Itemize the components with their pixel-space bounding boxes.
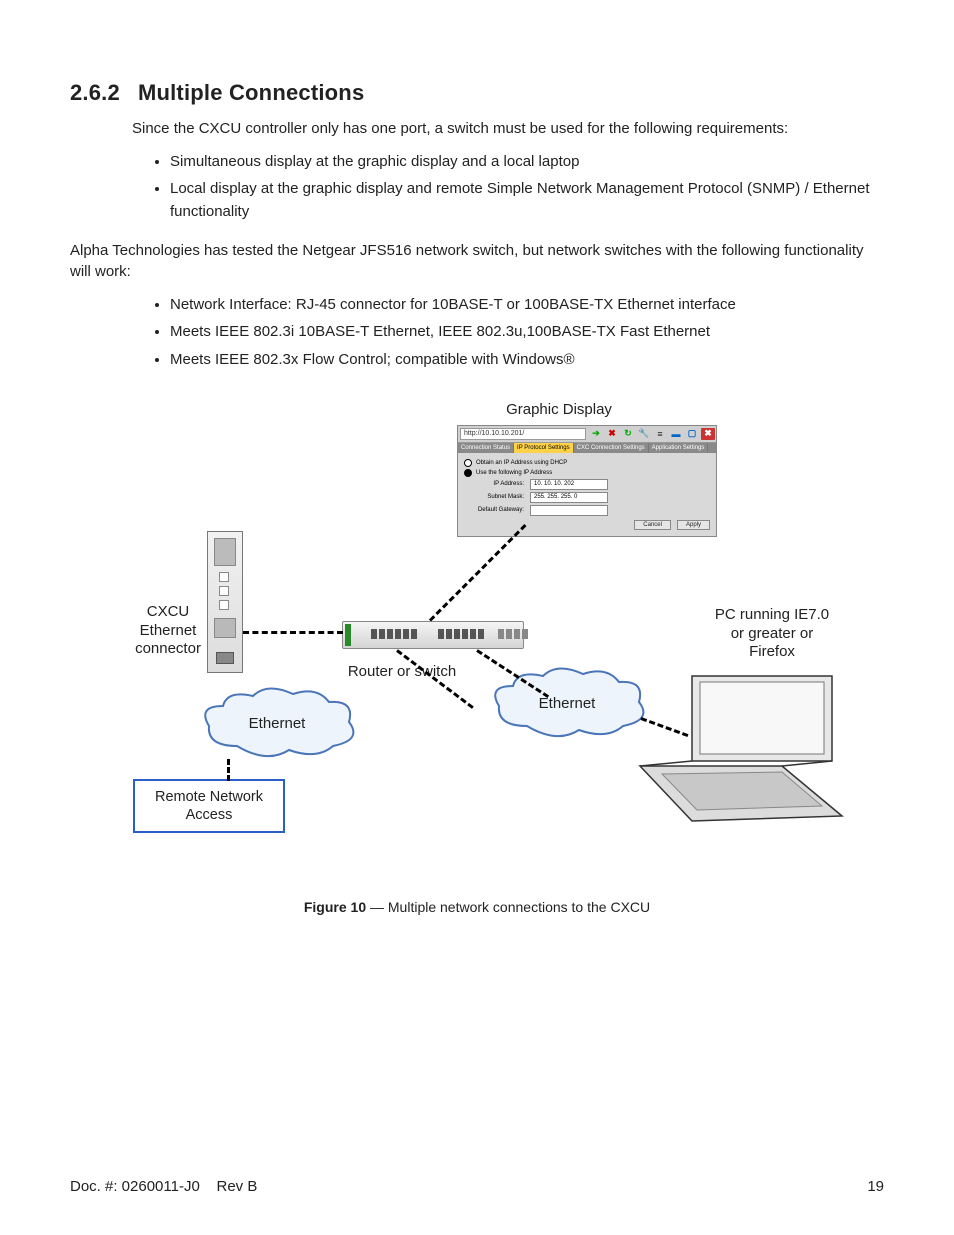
section-title: Multiple Connections bbox=[138, 80, 364, 105]
refresh-icon: ↻ bbox=[621, 428, 635, 440]
figure-sep: — bbox=[366, 899, 388, 915]
cxcu-device-icon bbox=[207, 531, 243, 673]
ip-label: IP Address: bbox=[464, 481, 524, 487]
list-item: Network Interface: RJ-45 connector for 1… bbox=[170, 293, 884, 316]
ethernet-label: Ethernet bbox=[197, 686, 357, 762]
tab-application: Application Settings bbox=[649, 443, 709, 453]
graphic-display-label: Graphic Display bbox=[489, 401, 629, 420]
dhcp-option: Obtain an IP Address using DHCP bbox=[476, 460, 567, 466]
menu-icon: ≡ bbox=[653, 428, 667, 440]
gw-label: Default Gateway: bbox=[464, 507, 524, 513]
mask-label: Subnet Mask: bbox=[464, 494, 524, 500]
go-icon: ➔ bbox=[589, 428, 603, 440]
specs-list: Network Interface: RJ-45 connector for 1… bbox=[70, 293, 884, 371]
pc-label: PC running IE7.0 or greater or Firefox bbox=[707, 606, 837, 662]
doc-number: Doc. #: 0260011-J0 bbox=[70, 1178, 200, 1195]
laptop-icon bbox=[632, 666, 852, 836]
settings-tabs: Connection Status IP Protocol Settings C… bbox=[458, 443, 716, 453]
list-item: Meets IEEE 802.3i 10BASE-T Ethernet, IEE… bbox=[170, 320, 884, 343]
list-item: Simultaneous display at the graphic disp… bbox=[170, 150, 884, 173]
page-footer: Doc. #: 0260011-J0 Rev B 19 bbox=[70, 1178, 884, 1195]
graphic-display-window: http://10.10.10.201/ ➔ ✖ ↻ 🔧 ≡ ▬ ▢ ✖ Con… bbox=[457, 425, 717, 537]
connection-line bbox=[227, 759, 230, 781]
list-item: Meets IEEE 802.3x Flow Control; compatib… bbox=[170, 348, 884, 371]
remote-access-box: Remote Network Access bbox=[133, 779, 285, 833]
gw-value bbox=[530, 505, 608, 516]
stop-icon: ✖ bbox=[605, 428, 619, 440]
settings-body: Obtain an IP Address using DHCP Use the … bbox=[458, 453, 716, 536]
switch-icon bbox=[342, 621, 524, 649]
cancel-button: Cancel bbox=[634, 520, 671, 530]
radio-icon bbox=[464, 469, 472, 477]
ip-value: 10. 10. 10. 202 bbox=[530, 479, 608, 490]
network-diagram: Graphic Display http://10.10.10.201/ ➔ ✖… bbox=[97, 401, 857, 881]
radio-icon bbox=[464, 459, 472, 467]
doc-rev: Rev B bbox=[216, 1178, 257, 1195]
figure-number: Figure 10 bbox=[304, 899, 366, 915]
document-page: 2.6.2 Multiple Connections Since the CXCU… bbox=[0, 0, 954, 1235]
mask-value: 255. 255. 255. 0 bbox=[530, 492, 608, 503]
url-field: http://10.10.10.201/ bbox=[460, 428, 586, 440]
switch-label: Router or switch bbox=[337, 663, 467, 682]
footer-left: Doc. #: 0260011-J0 Rev B bbox=[70, 1178, 257, 1195]
section-number: 2.6.2 bbox=[70, 80, 120, 105]
tab-cxc-connection: CXC Connection Settings bbox=[574, 443, 649, 453]
connection-line bbox=[243, 631, 343, 634]
tested-paragraph: Alpha Technologies has tested the Netgea… bbox=[70, 240, 884, 284]
figure-caption: Figure 10 — Multiple network connections… bbox=[70, 899, 884, 915]
figure-text: Multiple network connections to the CXCU bbox=[388, 899, 650, 915]
minimize-icon: ▬ bbox=[669, 428, 683, 440]
section-heading: 2.6.2 Multiple Connections bbox=[70, 80, 884, 106]
ethernet-cloud-right: Ethernet bbox=[487, 666, 647, 742]
page-number: 19 bbox=[867, 1178, 884, 1195]
apply-button: Apply bbox=[677, 520, 710, 530]
requirements-list: Simultaneous display at the graphic disp… bbox=[70, 150, 884, 224]
maximize-icon: ▢ bbox=[685, 428, 699, 440]
cxcu-label: CXCU Ethernet connector bbox=[127, 603, 209, 659]
window-toolbar: http://10.10.10.201/ ➔ ✖ ↻ 🔧 ≡ ▬ ▢ ✖ bbox=[458, 426, 716, 443]
tab-ip-protocol: IP Protocol Settings bbox=[514, 443, 574, 453]
ethernet-label: Ethernet bbox=[487, 666, 647, 742]
intro-paragraph: Since the CXCU controller only has one p… bbox=[132, 118, 884, 140]
connection-line bbox=[429, 524, 527, 622]
tab-connection-status: Connection Status bbox=[458, 443, 514, 453]
ethernet-cloud-left: Ethernet bbox=[197, 686, 357, 762]
wrench-icon: 🔧 bbox=[637, 428, 651, 440]
list-item: Local display at the graphic display and… bbox=[170, 177, 884, 224]
static-option: Use the following IP Address bbox=[476, 470, 552, 476]
close-icon: ✖ bbox=[701, 428, 715, 440]
